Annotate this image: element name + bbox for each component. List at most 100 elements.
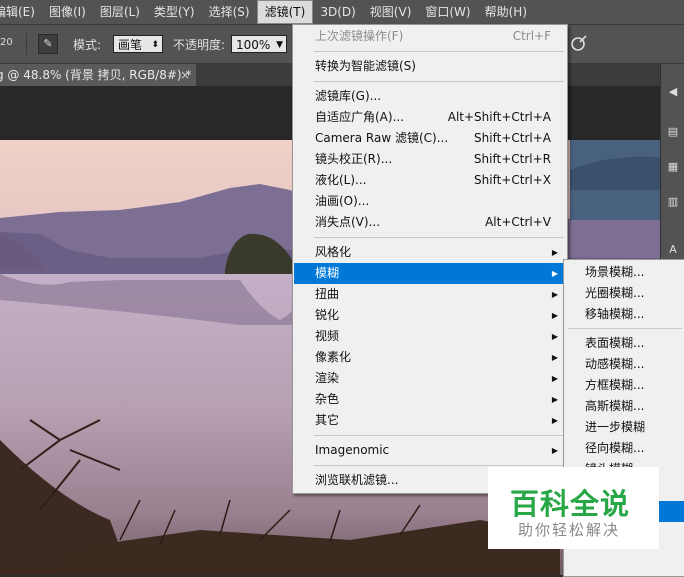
filter-menu-item[interactable]: 转换为智能滤镜(S) [294, 56, 566, 77]
menu-item-label: 浏览联机滤镜... [315, 473, 399, 487]
submenu-item-label: 方框模糊... [585, 378, 645, 392]
menu-item-label: 像素化 [315, 350, 352, 364]
filter-menu-item[interactable]: 视频 ▶ [294, 326, 566, 347]
menu-item-label: 油画(O)... [315, 194, 370, 208]
filter-menu-item[interactable]: 杂色 ▶ [294, 389, 566, 410]
document-tab[interactable]: g @ 48.8% (背景 拷贝, RGB/8#) * × [0, 64, 196, 86]
submenu-item-label: 进一步模糊 [585, 420, 646, 434]
filter-menu-item: 上次滤镜操作(F) Ctrl+F [294, 26, 566, 47]
filter-menu-item[interactable]: 液化(L)... Shift+Ctrl+X [294, 170, 566, 191]
blur-submenu-item[interactable]: 移轴模糊... [564, 304, 684, 325]
menu-item-shortcut: Shift+Ctrl+X [474, 173, 551, 187]
submenu-item-label: 场景模糊... [585, 265, 645, 279]
submenu-arrow-icon: ▶ [551, 446, 558, 455]
filter-menu-item[interactable]: 自适应广角(A)... Alt+Shift+Ctrl+A [294, 107, 566, 128]
menu-item-label: Camera Raw 滤镜(C)... [315, 131, 449, 145]
menu-divider [314, 81, 564, 82]
document-tab-title: g @ 48.8% (背景 拷贝, RGB/8#) * [0, 68, 192, 82]
close-icon[interactable]: × [180, 64, 190, 86]
menu-divider [314, 435, 564, 436]
menu-item-label: 杂色 [315, 392, 340, 406]
filter-menu-item[interactable]: 扭曲 ▶ [294, 284, 566, 305]
menu-2[interactable]: 图层(L) [93, 0, 147, 24]
blur-submenu-item[interactable]: 方框模糊... [564, 375, 684, 396]
character-panel-icon[interactable]: A [665, 242, 681, 258]
submenu-item-label: 移轴模糊... [585, 307, 645, 321]
watermark-title: 百科全说 [510, 487, 631, 521]
menu-item-label: 自适应广角(A)... [315, 110, 405, 124]
filter-menu-item[interactable]: 其它 ▶ [294, 410, 566, 431]
filter-menu-item[interactable]: 滤镜库(G)... [294, 86, 566, 107]
blur-submenu-item[interactable]: 光圈模糊... [564, 283, 684, 304]
filter-menu-item[interactable]: Camera Raw 滤镜(C)... Shift+Ctrl+A [294, 128, 566, 149]
menu-bar: 编辑(E) 图像(I) 图层(L) 类型(Y) 选择(S) 滤镜(T) 3D(D) 视图(V)… [0, 0, 684, 25]
history-icon[interactable]: ▤ [665, 124, 681, 140]
filter-menu-item[interactable]: 模糊 ▶ [294, 263, 566, 284]
filter-menu-item[interactable]: 锐化 ▶ [294, 305, 566, 326]
blur-submenu-item[interactable]: 径向模糊... [564, 438, 684, 459]
properties-icon[interactable]: ▦ [665, 159, 681, 175]
submenu-arrow-icon: ▶ [551, 353, 558, 362]
filter-menu-item[interactable]: 油画(O)... [294, 191, 566, 212]
adjustments-icon[interactable]: ▥ [665, 194, 681, 210]
menu-divider [314, 465, 564, 466]
watermark-logo: 百科全说 助你轻松解决 [488, 467, 659, 549]
submenu-item-label: 动感模糊... [585, 357, 645, 371]
menu-3[interactable]: 类型(Y) [147, 0, 202, 24]
brush-size-preview[interactable]: 20 [0, 33, 14, 53]
blur-submenu-item[interactable]: 高斯模糊... [564, 396, 684, 417]
submenu-arrow-icon: ▶ [551, 374, 558, 383]
menu-item-shortcut: Alt+Ctrl+V [485, 215, 551, 229]
submenu-arrow-icon: ▶ [551, 248, 558, 257]
menu-item-label: 其它 [315, 413, 340, 427]
opacity-label: 不透明度: [173, 38, 226, 52]
menu-8[interactable]: 窗口(W) [418, 0, 477, 24]
menu-5[interactable]: 滤镜(T) [256, 0, 314, 24]
opacity-input[interactable]: 100% ▼ [231, 35, 287, 53]
menu-item-label: 消失点(V)... [315, 215, 381, 229]
collapse-arrow-icon[interactable]: ◀ [665, 84, 681, 100]
pressure-opacity-icon[interactable] [570, 34, 590, 54]
blur-submenu-item[interactable]: 表面模糊... [564, 333, 684, 354]
submenu-item-label: 表面模糊... [585, 336, 645, 350]
filter-menu: 上次滤镜操作(F) Ctrl+F 转换为智能滤镜(S) 滤镜库(G)... 自适应广角(… [292, 24, 568, 494]
submenu-item-label: 径向模糊... [585, 441, 645, 455]
watermark-subtitle: 助你轻松解决 [518, 521, 621, 539]
submenu-arrow-icon: ▶ [551, 311, 558, 320]
menu-7[interactable]: 视图(V) [363, 0, 419, 24]
menu-9[interactable]: 帮助(H) [478, 0, 534, 24]
submenu-divider [568, 328, 682, 329]
blur-submenu-item[interactable]: 场景模糊... [564, 262, 684, 283]
mode-label: 模式: [73, 38, 102, 52]
filter-menu-item[interactable]: 像素化 ▶ [294, 347, 566, 368]
blur-submenu-item[interactable]: 进一步模糊 [564, 417, 684, 438]
menu-item-label: Imagenomic [315, 443, 390, 457]
submenu-arrow-icon: ▶ [551, 332, 558, 341]
filter-menu-item[interactable]: 镜头校正(R)... Shift+Ctrl+R [294, 149, 566, 170]
menu-item-shortcut: Shift+Ctrl+R [473, 152, 551, 166]
menu-item-label: 上次滤镜操作(F) [315, 29, 404, 43]
menu-6[interactable]: 3D(D) [313, 0, 362, 24]
menu-item-label: 转换为智能滤镜(S) [315, 59, 416, 73]
chevron-down-icon[interactable]: ▼ [276, 36, 283, 54]
chevron-updown-icon: ⬍ [151, 40, 159, 50]
menu-divider [314, 51, 564, 52]
filter-menu-item[interactable]: 消失点(V)... Alt+Ctrl+V [294, 212, 566, 233]
brush-panel-icon[interactable]: ✎ [38, 34, 58, 54]
submenu-item-label: 光圈模糊... [585, 286, 645, 300]
filter-menu-item[interactable]: 渲染 ▶ [294, 368, 566, 389]
menu-item-label: 渲染 [315, 371, 340, 385]
filter-menu-item[interactable]: Imagenomic ▶ [294, 440, 566, 461]
submenu-arrow-icon: ▶ [551, 290, 558, 299]
options-divider [26, 33, 27, 55]
blur-submenu-item[interactable]: 动感模糊... [564, 354, 684, 375]
filter-menu-item[interactable]: 风格化 ▶ [294, 242, 566, 263]
menu-item-shortcut: Ctrl+F [512, 29, 551, 43]
menu-1[interactable]: 图像(I) [42, 0, 93, 24]
menu-4[interactable]: 选择(S) [202, 0, 257, 24]
mode-select[interactable]: 画笔 ⬍ [113, 35, 163, 53]
submenu-arrow-icon: ▶ [551, 416, 558, 425]
submenu-item-label: 高斯模糊... [585, 399, 645, 413]
menu-item-label: 锐化 [315, 308, 340, 322]
menu-0[interactable]: 编辑(E) [0, 0, 42, 24]
